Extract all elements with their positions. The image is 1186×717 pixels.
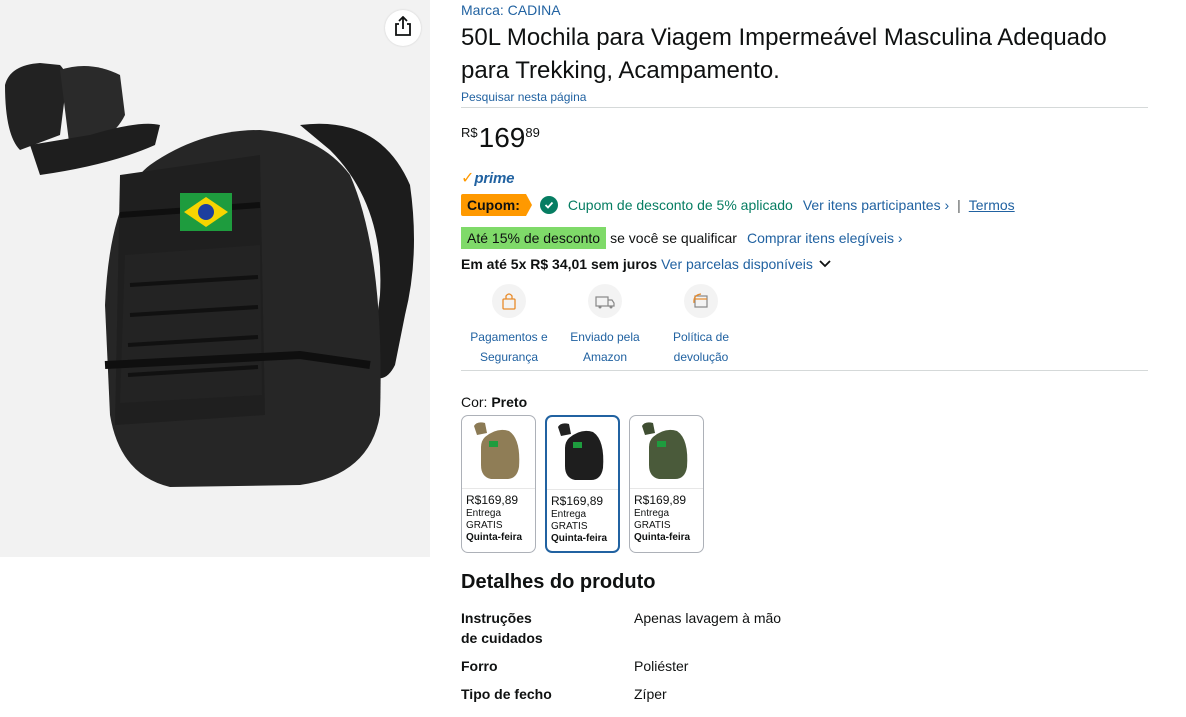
swatch-price: R$169,89 xyxy=(551,494,604,508)
feature-returns-label-line1: Política de xyxy=(672,330,730,344)
feature-shipping[interactable]: Enviado pela Amazon xyxy=(557,284,653,370)
spec-key: Tipo de fecho xyxy=(461,686,552,702)
share-icon xyxy=(394,15,412,41)
spec-key: Forro xyxy=(461,658,498,674)
color-label: Cor: Preto xyxy=(461,394,1148,412)
swatch-delivery: Entrega xyxy=(551,509,587,520)
details-title: Detalhes do produto xyxy=(461,571,656,593)
discount-badge: Até 15% de desconto xyxy=(461,227,607,249)
feature-shipping-label-line2: Amazon xyxy=(582,350,628,364)
feature-shipping-label: Enviado pela Amazon xyxy=(555,327,655,367)
spec-table: Instruções de cuidados Apenas lavagem à … xyxy=(461,608,1148,704)
share-button[interactable] xyxy=(385,10,421,46)
truck-icon xyxy=(588,284,622,318)
swatch-image xyxy=(547,417,618,490)
feature-shipping-label-line1: Enviado pela xyxy=(570,330,640,344)
feature-returns-label: Política de devolução xyxy=(651,327,751,367)
swatch-price: R$169,89 xyxy=(634,493,687,507)
product-image[interactable] xyxy=(0,55,430,505)
eligible-items-link[interactable]: Comprar itens elegíveis › xyxy=(747,230,903,246)
coupon-applied-text: Cupom de desconto de 5% aplicado xyxy=(567,197,793,213)
swatch-black[interactable]: R$169,89 Entrega GRATIS Quinta-feira xyxy=(545,415,620,553)
brand-link[interactable]: Marca: CADINA xyxy=(461,0,1148,20)
swatch-info: R$169,89 Entrega GRATIS Quinta-feira xyxy=(547,490,618,545)
swatch-khaki[interactable]: R$169,89 Entrega GRATIS Quinta-feira xyxy=(461,415,536,553)
color-selected: Preto xyxy=(491,394,528,410)
prime-label: prime xyxy=(474,169,515,187)
spec-value: Apenas lavagem à mão xyxy=(634,610,782,626)
spec-row: Forro Poliéster xyxy=(461,656,1148,676)
feature-payments-label: Pagamentos e Segurança xyxy=(459,327,559,367)
divider xyxy=(461,107,1148,108)
swatch-green[interactable]: R$169,89 Entrega GRATIS Quinta-feira xyxy=(629,415,704,553)
price-whole: 169 xyxy=(478,122,526,153)
feature-payments[interactable]: Pagamentos e Segurança xyxy=(461,284,557,370)
swatch-delivery-day: Quinta-feira xyxy=(634,532,691,543)
coupon-badge: Cupom: xyxy=(461,194,532,216)
prime-check-icon: ✓ xyxy=(461,170,475,187)
installments-text: Em até 5x R$ 34,01 sem juros xyxy=(461,256,658,272)
price: R$ 169 89 xyxy=(461,122,1148,156)
swatch-delivery-day: Quinta-feira xyxy=(551,533,608,544)
spec-value: Zíper xyxy=(634,686,667,702)
spec-value: Poliéster xyxy=(634,658,689,674)
discount-text: se você se qualificar xyxy=(610,230,737,246)
swatch-delivery-free: GRATIS xyxy=(634,520,671,531)
swatch-delivery: Entrega xyxy=(466,508,502,519)
swatch-image xyxy=(462,416,535,489)
swatch-delivery-day: Quinta-feira xyxy=(466,532,523,543)
spec-row: Tipo de fecho Zíper xyxy=(461,684,1148,704)
swatch-delivery-free: GRATIS xyxy=(551,521,588,532)
chevron-down-icon[interactable] xyxy=(819,260,831,268)
return-icon xyxy=(684,284,718,318)
separator: | xyxy=(957,197,961,213)
price-symbol: R$ xyxy=(461,125,478,140)
participants-link[interactable]: Ver itens participantes › xyxy=(803,197,949,213)
swatch-delivery-free: GRATIS xyxy=(466,520,503,531)
feature-icons: Pagamentos e Segurança Enviado pela Amaz… xyxy=(461,284,1148,370)
check-circle-icon xyxy=(539,196,558,214)
lock-icon xyxy=(492,284,526,318)
feature-payments-label-line1: Pagamentos e xyxy=(470,330,548,344)
prime-badge: ✓ prime xyxy=(461,168,1148,188)
swatch-info: R$169,89 Entrega GRATIS Quinta-feira xyxy=(462,489,535,544)
coupon-row: Cupom: Cupom de desconto de 5% aplicado … xyxy=(461,194,1148,216)
product-image-panel[interactable] xyxy=(0,0,430,557)
search-page-link[interactable]: Pesquisar nesta página xyxy=(461,89,1148,105)
swatch-info: R$169,89 Entrega GRATIS Quinta-feira xyxy=(630,489,703,544)
color-swatches: R$169,89 Entrega GRATIS Quinta-feira R$1… xyxy=(461,415,1148,553)
product-title: 50L Mochila para Viagem Impermeável Masc… xyxy=(461,24,1107,84)
swatch-price: R$169,89 xyxy=(466,493,519,507)
color-label-prefix: Cor: xyxy=(461,394,488,410)
spec-key: Instruções de cuidados xyxy=(461,610,543,646)
feature-returns-label-line2: devolução xyxy=(673,350,729,364)
swatch-delivery: Entrega xyxy=(634,508,670,519)
divider xyxy=(461,370,1148,371)
terms-link[interactable]: Termos xyxy=(969,197,1015,213)
product-details: Marca: CADINA 50L Mochila para Viagem Im… xyxy=(461,0,1148,717)
price-fraction: 89 xyxy=(525,125,540,140)
discount-row: Até 15% de desconto se você se qualifica… xyxy=(461,227,1148,249)
spec-row: Instruções de cuidados Apenas lavagem à … xyxy=(461,608,1148,648)
feature-payments-label-line2: Segurança xyxy=(479,350,539,364)
swatch-image xyxy=(630,416,703,489)
installments-link[interactable]: Ver parcelas disponíveis xyxy=(661,256,813,272)
installments-row: Em até 5x R$ 34,01 sem juros Ver parcela… xyxy=(461,254,1148,274)
feature-returns[interactable]: Política de devolução xyxy=(653,284,749,370)
